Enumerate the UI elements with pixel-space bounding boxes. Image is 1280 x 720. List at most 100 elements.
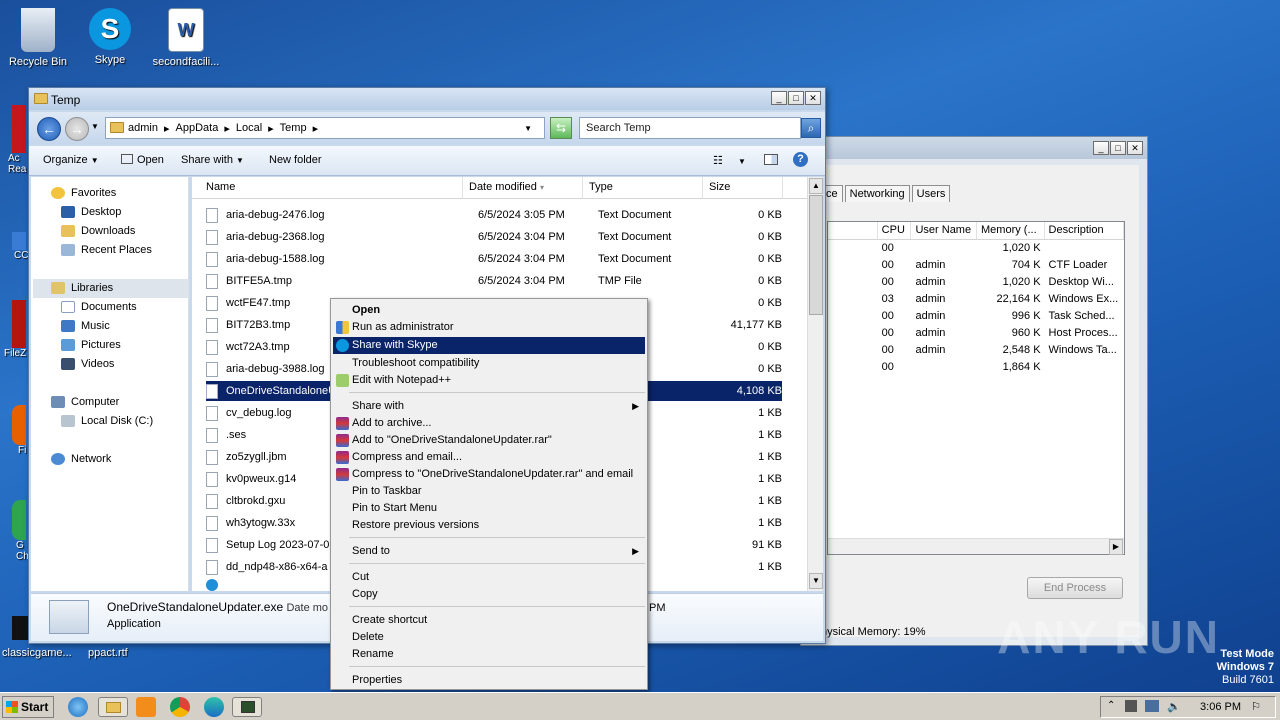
menu-item-add-to-rar[interactable]: Add to "OneDriveStandaloneUpdater.rar" (333, 432, 645, 449)
forward-button[interactable]: → (65, 117, 89, 141)
nav-music[interactable]: Music (61, 320, 110, 332)
preview-pane-button[interactable] (764, 154, 778, 168)
menu-item-copy[interactable]: Copy (333, 586, 645, 603)
desktop-icon-word-doc[interactable]: W secondfacili... (148, 8, 224, 68)
taskbar-edge-icon[interactable] (204, 697, 224, 717)
tab-users[interactable]: Users (911, 185, 951, 202)
vertical-scrollbar[interactable]: ▲ ▼ (807, 177, 823, 591)
process-row[interactable]: 00 admin 2,548 K Windows Ta... (828, 342, 1124, 359)
tab-networking[interactable]: Networking (844, 185, 910, 202)
change-view-button[interactable]: ☷ ▼ (713, 154, 746, 167)
menu-item-send-to[interactable]: Send to ▶ (333, 543, 645, 560)
process-list[interactable]: CPU User Name Memory (... Description 00… (827, 221, 1125, 555)
desktop-label-classicgame[interactable]: classicgame... (2, 647, 72, 659)
menu-item-pin-to-taskbar[interactable]: Pin to Taskbar (333, 483, 645, 500)
open-button[interactable]: Open (121, 154, 164, 166)
scroll-up-button[interactable]: ▲ (809, 178, 823, 194)
menu-item-edit-with-notepadpp[interactable]: Edit with Notepad++ (333, 372, 645, 389)
taskbar-explorer-icon[interactable] (98, 697, 128, 717)
task-manager-window[interactable]: _ □ ✕ ce Networking Users CPU User Name … (800, 136, 1148, 646)
menu-item-add-to-archive[interactable]: Add to archive... (333, 415, 645, 432)
nav-documents[interactable]: Documents (61, 301, 137, 313)
menu-item-troubleshoot-compatibility[interactable]: Troubleshoot compatibility (333, 355, 645, 372)
tray-expand-icon[interactable]: ⌃ (1107, 700, 1115, 711)
column-header-date-modified[interactable]: Date modified ▾ (463, 177, 583, 199)
nav-local-disk[interactable]: Local Disk (C:) (61, 415, 153, 427)
process-row[interactable]: 00 1,864 K (828, 359, 1124, 376)
breadcrumb-temp[interactable]: Temp (280, 122, 307, 134)
column-header-cpu[interactable]: CPU (878, 222, 912, 239)
nav-recent-places[interactable]: Recent Places (61, 244, 152, 256)
menu-item-compress-to-rar-and-email[interactable]: Compress to "OneDriveStandaloneUpdater.r… (333, 466, 645, 483)
nav-pictures[interactable]: Pictures (61, 339, 121, 351)
tray-volume-icon[interactable]: 🔈 (1167, 700, 1181, 713)
scroll-thumb[interactable] (809, 195, 823, 315)
process-row[interactable]: 00 1,020 K (828, 240, 1124, 257)
refresh-button[interactable]: ⇆ (550, 117, 572, 139)
maximize-button[interactable]: □ (788, 91, 804, 105)
nav-desktop[interactable]: Desktop (61, 206, 121, 218)
taskbar-chrome-icon[interactable] (170, 697, 190, 717)
tray-network-icon[interactable] (1145, 700, 1159, 712)
column-header-name[interactable]: Name (192, 177, 463, 199)
start-button[interactable]: Start (2, 696, 54, 718)
nav-favorites[interactable]: Favorites (51, 187, 116, 199)
desktop-icon-cc-partial[interactable]: CC (0, 232, 30, 261)
end-process-button[interactable]: End Process (1027, 577, 1123, 599)
back-button[interactable]: ← (37, 117, 61, 141)
column-header-user[interactable]: User Name (911, 222, 978, 239)
desktop-icon-firefox-partial[interactable]: Fi (0, 405, 30, 456)
desktop-icon-classicgame[interactable] (12, 616, 28, 640)
process-row[interactable]: 00 admin 1,020 K Desktop Wi... (828, 274, 1124, 291)
nav-libraries[interactable]: Libraries (51, 282, 113, 294)
recent-pages-dropdown[interactable]: ▼ (91, 122, 99, 131)
nav-videos[interactable]: Videos (61, 358, 114, 370)
breadcrumb-admin[interactable]: admin (128, 122, 158, 134)
breadcrumb-local[interactable]: Local (236, 122, 262, 134)
share-with-menu[interactable]: Share with ▼ (181, 154, 244, 166)
clock[interactable]: 3:06 PM (1200, 701, 1241, 713)
breadcrumb-appdata[interactable]: AppData (176, 122, 219, 134)
maximize-button[interactable]: □ (1110, 141, 1126, 155)
address-bar[interactable]: admin ▸ AppData ▸ Local ▸ Temp ▸ ▼ (105, 117, 545, 139)
menu-item-create-shortcut[interactable]: Create shortcut (333, 612, 645, 629)
desktop-label-ppact[interactable]: ppact.rtf (88, 647, 128, 659)
address-dropdown-icon[interactable]: ▼ (524, 124, 532, 133)
minimize-button[interactable]: _ (1093, 141, 1109, 155)
file-row[interactable]: BITFE5A.tmp 6/5/2024 3:04 PM TMP File 0 KB (206, 271, 782, 291)
menu-item-properties[interactable]: Properties (333, 672, 645, 689)
menu-item-share-with-skype[interactable]: Share with Skype (333, 337, 645, 354)
nav-downloads[interactable]: Downloads (61, 225, 135, 237)
navigation-pane[interactable]: Favorites Desktop Downloads Recent Place… (31, 177, 189, 591)
column-header-type[interactable]: Type (583, 177, 703, 199)
organize-menu[interactable]: Organize ▼ (43, 154, 99, 166)
menu-item-compress-and-email[interactable]: Compress and email... (333, 449, 645, 466)
file-row[interactable]: aria-debug-2476.log 6/5/2024 3:05 PM Text … (206, 205, 782, 225)
tray-action-center-icon[interactable] (1125, 700, 1137, 712)
breadcrumb-separator-icon[interactable]: ▸ (313, 122, 319, 135)
process-row[interactable]: 00 admin 704 K CTF Loader (828, 257, 1124, 274)
process-row[interactable]: 00 admin 960 K Host Proces... (828, 325, 1124, 342)
process-row[interactable]: 00 admin 996 K Task Sched... (828, 308, 1124, 325)
help-button[interactable]: ? (793, 152, 808, 167)
tray-flag-icon[interactable]: ⚐ (1251, 700, 1261, 713)
scroll-down-button[interactable]: ▼ (809, 573, 823, 589)
menu-item-restore-previous-versions[interactable]: Restore previous versions (333, 517, 645, 534)
context-menu[interactable]: Open Run as administrator Share with Sky… (330, 298, 648, 690)
nav-network[interactable]: Network (51, 453, 111, 465)
menu-item-run-as-administrator[interactable]: Run as administrator (333, 319, 645, 336)
column-header-memory[interactable]: Memory (... (977, 222, 1045, 239)
horizontal-scrollbar[interactable]: ▶ (828, 538, 1124, 555)
column-header-name[interactable] (828, 222, 878, 239)
file-row[interactable]: aria-debug-2368.log 6/5/2024 3:04 PM Text … (206, 227, 782, 247)
menu-item-cut[interactable]: Cut (333, 569, 645, 586)
explorer-titlebar[interactable]: Temp _ □ ✕ (29, 88, 825, 110)
breadcrumb-separator-icon[interactable]: ▸ (268, 122, 274, 135)
column-header-description[interactable]: Description (1045, 222, 1124, 239)
file-row[interactable]: aria-debug-1588.log 6/5/2024 3:04 PM Text … (206, 249, 782, 269)
taskbar-ie-icon[interactable] (68, 697, 88, 717)
desktop-icon-skype[interactable]: S Skype (72, 8, 148, 66)
desktop-icon-acrobat-partial[interactable]: Ac Rea (0, 105, 30, 175)
breadcrumb-separator-icon[interactable]: ▸ (164, 122, 170, 135)
menu-item-pin-to-start-menu[interactable]: Pin to Start Menu (333, 500, 645, 517)
